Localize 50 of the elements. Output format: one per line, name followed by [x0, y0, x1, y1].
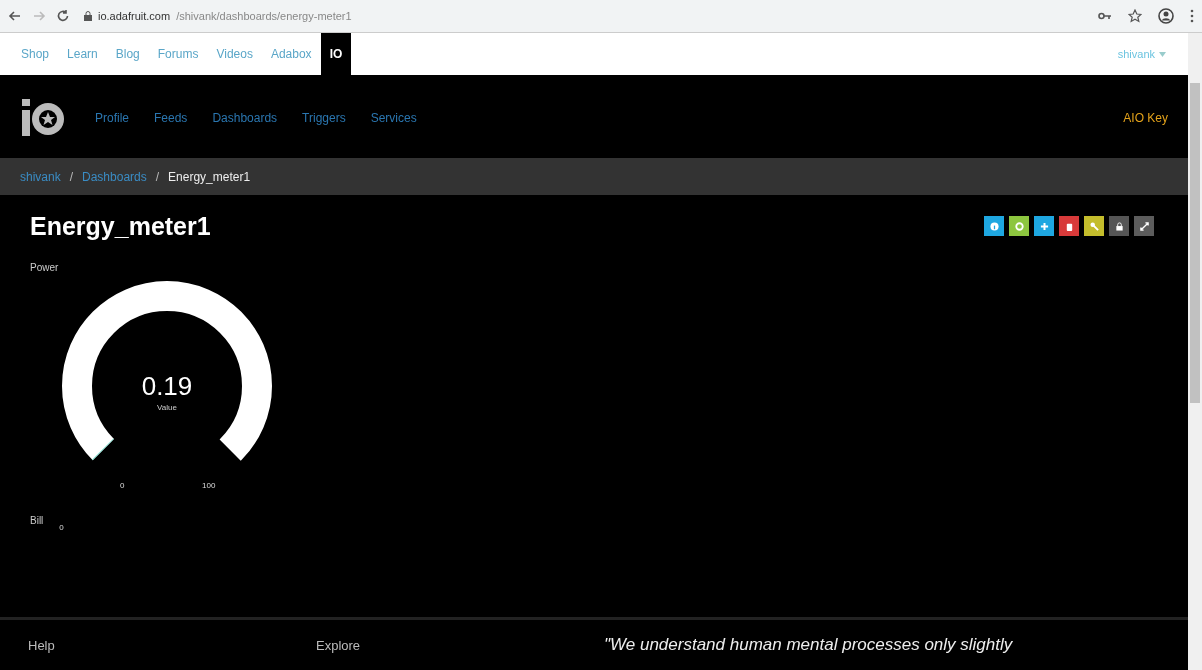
- gauge-value: 0.19: [140, 371, 194, 402]
- menu-icon[interactable]: [1190, 9, 1194, 23]
- site-nav-link[interactable]: Learn: [58, 33, 107, 75]
- lock-button[interactable]: [1109, 216, 1129, 236]
- info-button[interactable]: [984, 216, 1004, 236]
- io-nav-link[interactable]: Dashboards: [212, 111, 278, 125]
- gauge-min-label: 0: [120, 481, 125, 490]
- key-icon[interactable]: [1098, 11, 1112, 21]
- footer-heading: Help: [28, 637, 56, 653]
- text-block-title: Bill: [30, 515, 44, 528]
- add-button[interactable]: [1034, 216, 1054, 236]
- site-nav-link[interactable]: Adabox: [261, 33, 321, 75]
- lock-icon: [1114, 221, 1124, 231]
- expand-icon: [1139, 221, 1149, 231]
- site-nav-link[interactable]: Blog: [106, 33, 149, 75]
- lock-icon: [84, 11, 92, 21]
- account-icon[interactable]: [1158, 8, 1174, 24]
- delete-button[interactable]: [1059, 216, 1079, 236]
- footer-quote: "We understand human mental processes only slightly: [604, 635, 1013, 655]
- reload-icon[interactable]: [56, 9, 70, 23]
- site-nav-link[interactable]: IO: [320, 33, 352, 75]
- aio-key-link[interactable]: AIO Key: [1123, 111, 1168, 125]
- key-icon: [1089, 221, 1099, 231]
- io-nav-link[interactable]: Feeds: [154, 111, 188, 125]
- user-menu[interactable]: shivank: [1117, 48, 1166, 60]
- gear-icon: [1014, 221, 1024, 231]
- star-icon[interactable]: [1128, 9, 1142, 23]
- info-icon: [989, 221, 999, 231]
- gauge-caption: Value: [156, 403, 178, 412]
- io-nav-link[interactable]: Triggers: [302, 111, 346, 125]
- caret-icon: [1159, 51, 1166, 57]
- io-nav-link[interactable]: Services: [370, 111, 417, 125]
- text-block-value: 0: [59, 523, 64, 532]
- breadcrumb-separator: /: [69, 169, 74, 184]
- trash-icon: [1064, 221, 1074, 231]
- io-nav-link[interactable]: Profile: [95, 111, 129, 125]
- dashboard-title: Energy_meter1: [30, 211, 211, 241]
- back-icon[interactable]: [8, 9, 22, 23]
- site-nav-link[interactable]: Shop: [12, 33, 59, 75]
- expand-button[interactable]: [1134, 216, 1154, 236]
- gauge-max-label: 100: [202, 481, 216, 490]
- footer-heading: Explore: [316, 637, 362, 653]
- breadcrumb-link[interactable]: Dashboards: [82, 169, 147, 184]
- site-nav-link[interactable]: Videos: [207, 33, 262, 75]
- breadcrumb-separator: /: [155, 169, 160, 184]
- site-nav-link[interactable]: Forums: [148, 33, 208, 75]
- breadcrumb-current: Energy_meter1: [168, 169, 251, 184]
- gauge-title: Power: [30, 262, 59, 273]
- breadcrumb-link[interactable]: shivank: [20, 169, 61, 184]
- plus-icon: [1039, 221, 1049, 231]
